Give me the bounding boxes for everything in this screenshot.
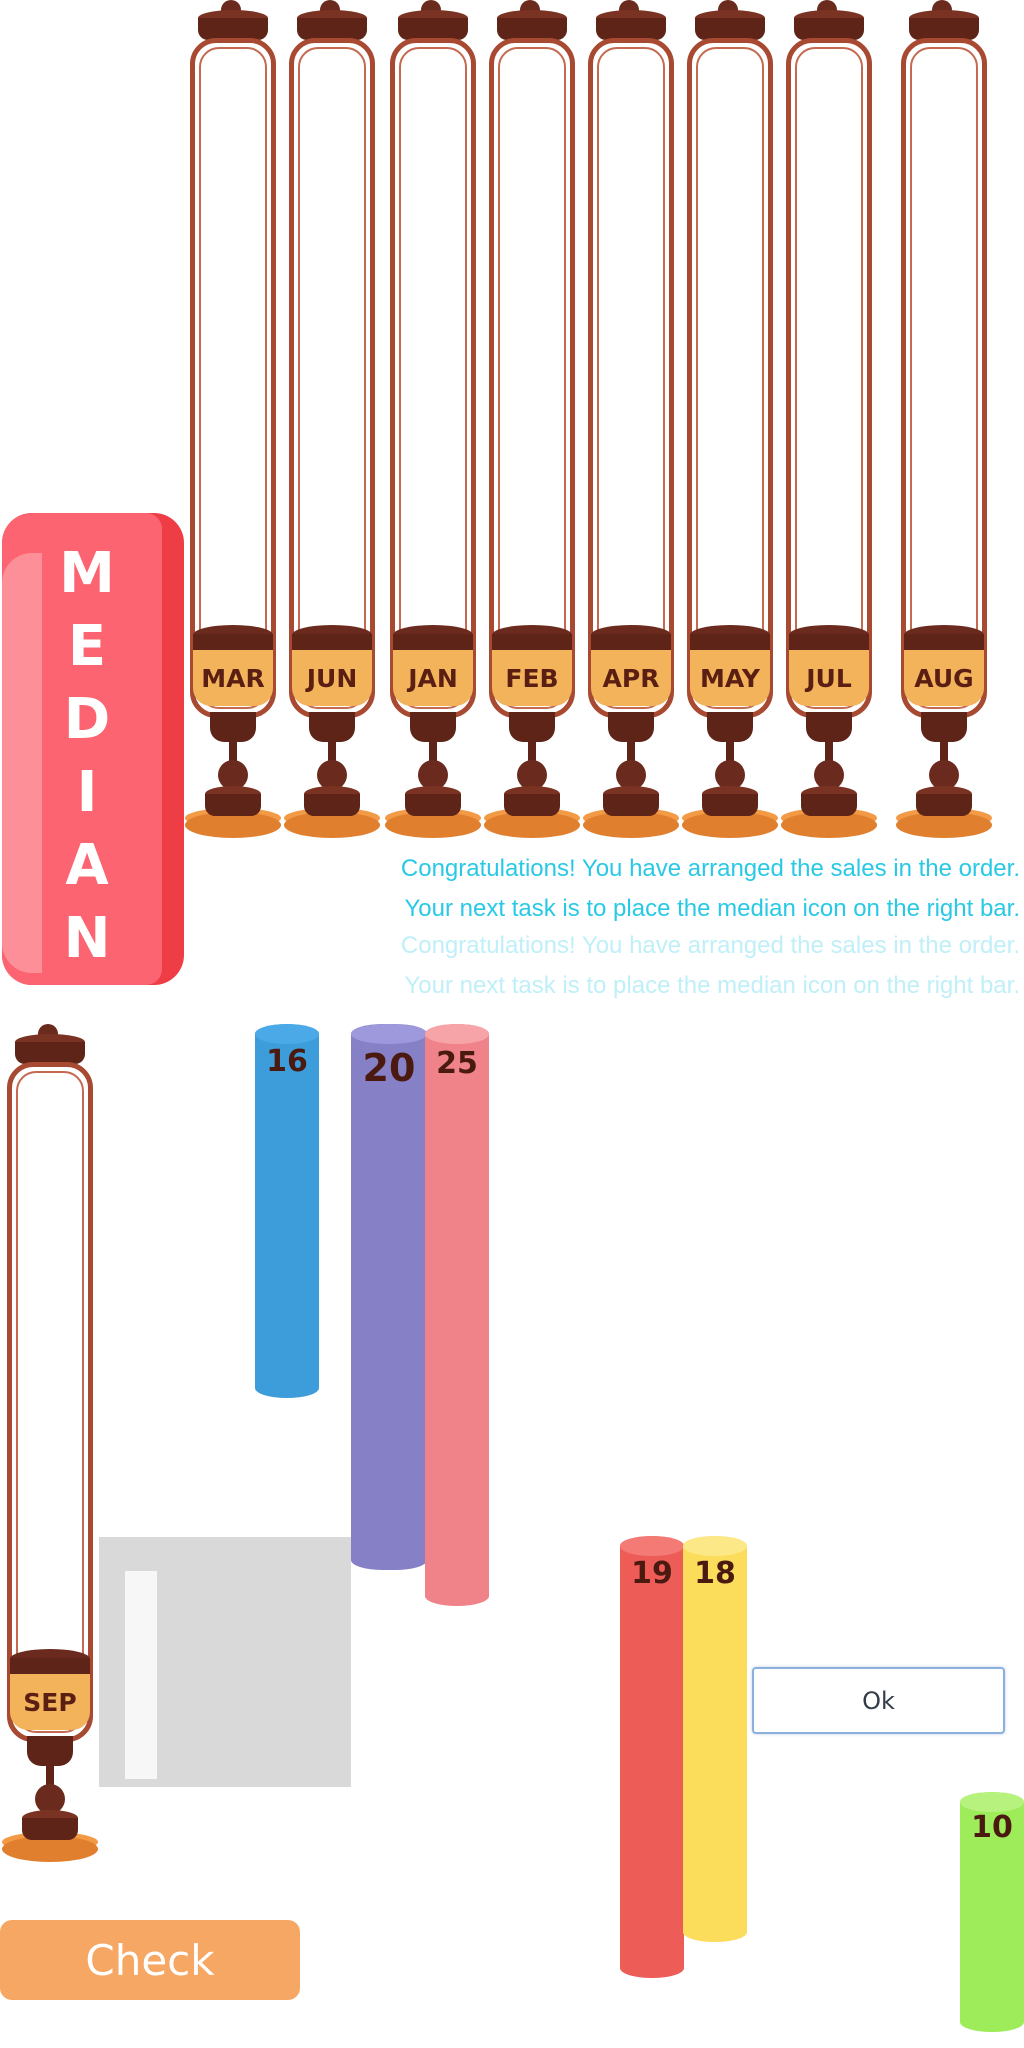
congrats-message: Congratulations! You have arranged the s… [400,855,1020,882]
month-label: AUG [904,650,984,706]
tube-glass [190,38,276,718]
tube-glass [289,38,375,718]
month-tube-may[interactable]: MAY [682,0,778,850]
month-tube-mar[interactable]: MAR [185,0,281,850]
bar-top [683,1536,747,1556]
month-tube-jan[interactable]: JAN [385,0,481,850]
bar-value: 16 [266,1044,308,1079]
month-label: MAY [690,650,770,706]
bar-top [425,1024,489,1044]
bar-top [351,1024,427,1044]
bar-value: 20 [362,1046,416,1090]
median-letter: E [67,614,107,679]
ok-button[interactable]: Ok [752,1667,1005,1734]
drop-slot[interactable] [125,1571,157,1779]
month-label: JUL [789,650,869,706]
median-letter: A [65,833,109,898]
bar-top [960,1792,1024,1812]
bar-value: 10 [971,1810,1013,1845]
sales-bar[interactable]: 19 [620,1536,684,1978]
bar-value: 18 [694,1556,736,1591]
bar-top [255,1024,319,1044]
bar-value: 19 [631,1556,673,1591]
sales-bar[interactable]: 20 [351,1024,427,1570]
month-tube-aug[interactable]: AUG [896,0,992,850]
month-label: JAN [393,650,473,706]
bar-top [620,1536,684,1556]
tube-glass [7,1062,93,1742]
sales-bar[interactable]: 25 [425,1024,489,1606]
tube-glass [786,38,872,718]
month-tube-sep[interactable]: SEP [2,1024,98,1874]
tube-glass [687,38,773,718]
month-label: JUN [292,650,372,706]
next-task-message: Your next task is to place the median ic… [404,895,1021,922]
tube-glass [901,38,987,718]
tube-glass [588,38,674,718]
month-label: SEP [10,1674,90,1730]
congrats-message-faded: Congratulations! You have arranged the s… [400,932,1020,959]
check-button[interactable]: Check [0,1920,300,2000]
sales-bar[interactable]: 18 [683,1536,747,1942]
next-task-message-faded: Your next task is to place the median ic… [404,972,1021,999]
tube-glass [390,38,476,718]
median-label: M E D I A N [2,541,172,971]
month-tube-jun[interactable]: JUN [284,0,380,850]
median-letter: I [76,760,98,825]
sales-bar[interactable]: 16 [255,1024,319,1398]
tube-glass [489,38,575,718]
bar-value: 25 [436,1046,478,1081]
month-tube-jul[interactable]: JUL [781,0,877,850]
month-tube-feb[interactable]: FEB [484,0,580,850]
month-label: FEB [492,650,572,706]
month-tube-apr[interactable]: APR [583,0,679,850]
median-letter: M [59,541,115,606]
drop-zone-panel[interactable] [99,1537,351,1787]
median-letter: N [63,906,111,971]
median-letter: D [63,687,111,752]
month-label: MAR [193,650,273,706]
sales-bar[interactable]: 10 [960,1792,1024,2032]
month-label: APR [591,650,671,706]
median-icon[interactable]: M E D I A N [2,513,184,985]
